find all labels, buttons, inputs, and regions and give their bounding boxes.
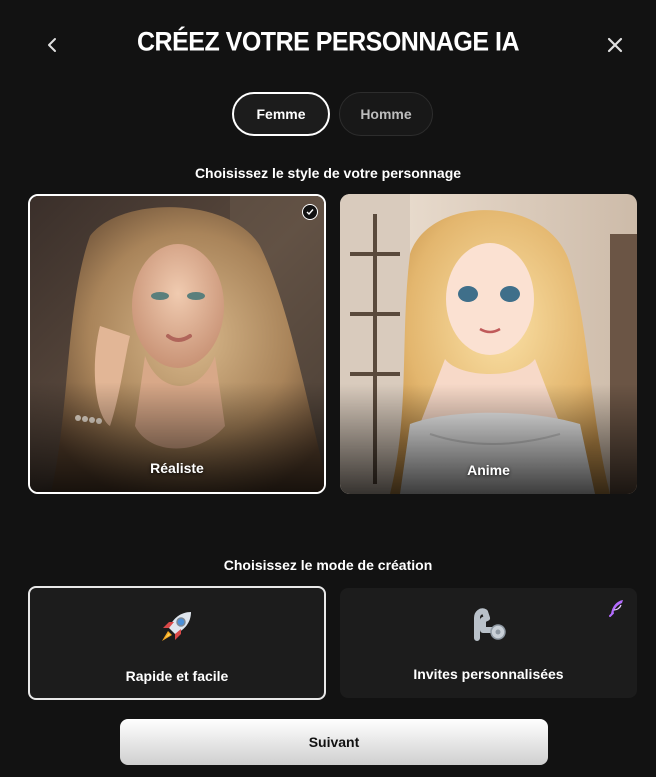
rocket-icon xyxy=(162,612,191,641)
page-title: Créez votre personnage IA xyxy=(137,26,520,58)
style-card-label: Anime xyxy=(467,462,510,478)
gender-toggle: Femme Homme xyxy=(232,92,433,136)
close-button[interactable] xyxy=(603,33,627,57)
selected-check-icon xyxy=(302,204,318,220)
style-card-anime[interactable]: Anime xyxy=(340,194,637,494)
mode-card-label: Invites personnalisées xyxy=(413,666,564,682)
mode-card-label: Rapide et facile xyxy=(125,668,229,684)
mode-card-custom[interactable]: Invites personnalisées xyxy=(340,588,637,698)
gender-male-button[interactable]: Homme xyxy=(339,92,433,136)
style-card-label: Réaliste xyxy=(150,460,204,476)
create-character-modal: Créez votre personnage IA Femme Homme Ch… xyxy=(0,0,656,777)
next-button[interactable]: Suivant xyxy=(120,719,548,765)
mode-section-label: Choisissez le mode de création xyxy=(223,557,433,573)
premium-feather-icon xyxy=(609,600,623,617)
mode-card-quick[interactable]: Rapide et facile xyxy=(28,586,326,700)
close-icon xyxy=(607,37,623,53)
style-card-realistic[interactable]: Réaliste xyxy=(28,194,326,494)
gender-female-button[interactable]: Femme xyxy=(232,92,330,136)
style-section-label: Choisissez le style de votre personnage xyxy=(194,165,462,181)
flexed-arm-icon xyxy=(473,608,506,641)
